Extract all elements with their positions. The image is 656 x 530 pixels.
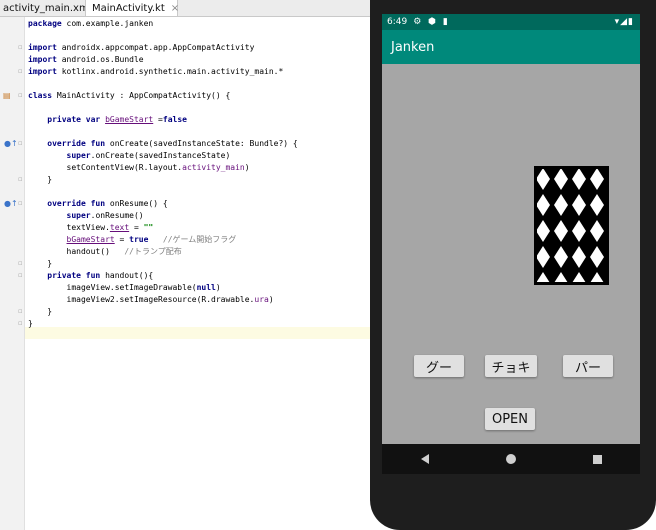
code-line: import androidx.appcompat.app.AppCompatA… <box>28 43 255 52</box>
code-line: imageView2.setImageResource(R.drawable.u… <box>28 295 274 304</box>
status-bar: 6:49 ⚙ ⬢ ▮ ▾◢▮ <box>382 14 640 30</box>
status-time: 6:49 <box>387 17 408 27</box>
emulator-screen[interactable]: 6:49 ⚙ ⬢ ▮ ▾◢▮ Janken グー チョキ パー OPEN <box>382 14 640 444</box>
code-line: textView.text = "" <box>28 223 154 232</box>
fold-icon[interactable]: ▫ <box>18 199 23 207</box>
gu-button[interactable]: グー <box>414 355 464 377</box>
override-marker-icon[interactable]: ●↑ <box>4 199 18 208</box>
fold-icon[interactable]: ▫ <box>18 307 23 315</box>
code-line: } <box>28 307 53 316</box>
fold-icon[interactable]: ▫ <box>18 43 23 51</box>
lattice-pattern-icon <box>537 169 606 282</box>
code-editor[interactable]: package com.example.janken import androi… <box>26 17 380 530</box>
code-line: package com.example.janken <box>28 19 154 28</box>
code-line: private var bGameStart =false <box>28 115 187 124</box>
class-marker-icon[interactable]: ▤ <box>3 91 11 100</box>
fold-icon[interactable]: ▫ <box>18 91 23 99</box>
app-bar: Janken <box>382 30 640 64</box>
fold-icon[interactable]: ▫ <box>18 319 23 327</box>
code-line: bGameStart = true //ゲーム開始フラグ <box>66 235 237 244</box>
notification-icons: ⚙ ⬢ ▮ <box>413 17 450 27</box>
code-line: } <box>28 259 53 268</box>
home-icon[interactable] <box>505 454 516 464</box>
tab-label: MainActivity.kt <box>92 2 165 14</box>
code-line: override fun onResume() { <box>28 199 168 208</box>
code-line: class MainActivity : AppCompatActivity()… <box>28 91 231 100</box>
app-title: Janken <box>391 39 435 55</box>
tab-label: activity_main.xml <box>3 2 92 14</box>
code-line: } <box>28 319 33 328</box>
recents-icon[interactable] <box>592 454 602 464</box>
code-line: import android.os.Bundle <box>28 55 144 64</box>
fold-icon[interactable]: ▫ <box>18 259 23 267</box>
code-line: super.onCreate(savedInstanceState) <box>28 151 231 160</box>
tab-activity-main-xml[interactable]: activity_main.xml × <box>0 0 106 16</box>
code-line: handout() //トランプ配布 <box>28 247 182 256</box>
code-line: import kotlinx.android.synthetic.main.ac… <box>28 67 284 76</box>
fold-icon[interactable]: ▫ <box>18 175 23 183</box>
code-line: imageView.setImageDrawable(null) <box>28 283 221 292</box>
code-line: setContentView(R.layout.activity_main) <box>28 163 250 172</box>
fold-icon[interactable]: ▫ <box>18 271 23 279</box>
wifi-signal-battery-icon: ▾◢▮ <box>614 17 634 27</box>
editor-gutter: ▫ ▫ ▤ ▫ ●↑ ▫ ▫ ●↑ ▫ ▫ ▫ ▫ ▫ <box>0 17 25 530</box>
pa-button[interactable]: パー <box>563 355 613 377</box>
back-icon[interactable] <box>420 454 429 464</box>
code-line: super.onResume() <box>28 211 144 220</box>
override-marker-icon[interactable]: ●↑ <box>4 139 18 148</box>
code-line: override fun onCreate(savedInstanceState… <box>28 139 298 148</box>
choki-button[interactable]: チョキ <box>485 355 537 377</box>
code-line: } <box>28 175 53 184</box>
close-icon[interactable]: × <box>171 3 179 14</box>
code-line: private fun handout(){ <box>28 271 154 280</box>
fold-icon[interactable]: ▫ <box>18 67 23 75</box>
tab-mainactivity-kt[interactable]: MainActivity.kt × <box>85 0 179 16</box>
open-button[interactable]: OPEN <box>485 408 535 430</box>
card-back-image <box>534 166 609 285</box>
navigation-bar <box>382 444 640 474</box>
fold-icon[interactable]: ▫ <box>18 139 23 147</box>
editor-tab-bar: activity_main.xml × MainActivity.kt × <box>0 0 380 17</box>
